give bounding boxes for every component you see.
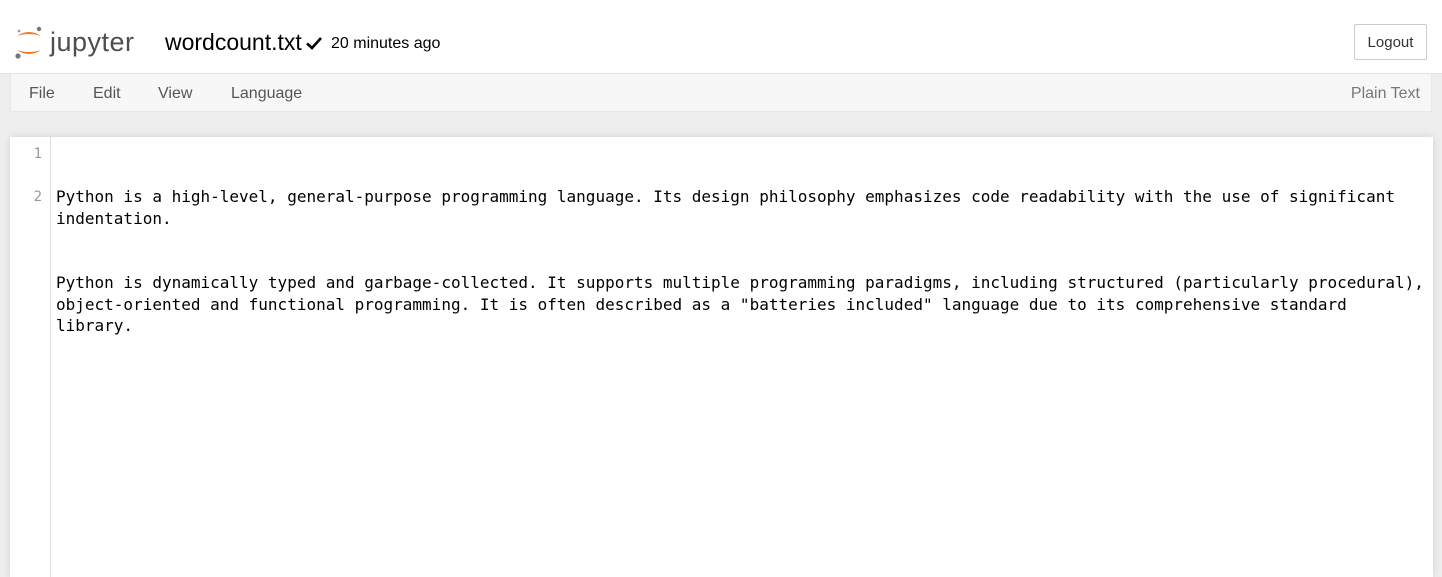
editor-content[interactable]: Python is a high-level, general-purpose … [56,143,1426,380]
text-editor[interactable]: 1 2 Python is a high-level, general-purp… [10,137,1433,577]
code-line[interactable]: Python is a high-level, general-purpose … [56,186,1426,229]
line-number: 1 [33,146,42,162]
checkmark-icon [306,37,322,50]
jupyter-logo-icon [15,26,42,59]
code-line[interactable]: Python is dynamically typed and garbage-… [56,272,1426,337]
menu-edit[interactable]: Edit [93,84,121,104]
editor-mode-label: Plain Text [1350,85,1420,102]
logout-button[interactable]: Logout [1354,24,1427,60]
document-title[interactable]: wordcount.txt [165,28,302,56]
line-number-gutter: 1 2 [10,137,51,577]
menu-file[interactable]: File [29,84,55,104]
last-saved-time: 20 minutes ago [331,35,441,52]
menu-view[interactable]: View [158,84,192,104]
logo-text: jupyter [50,27,135,57]
line-number: 2 [33,189,42,205]
jupyter-logo[interactable]: jupyter [14,24,146,62]
menubar: File Edit View Language Plain Text [10,74,1432,112]
menu-language[interactable]: Language [231,84,302,104]
header: jupyter wordcount.txt 20 minutes ago Log… [0,0,1442,74]
